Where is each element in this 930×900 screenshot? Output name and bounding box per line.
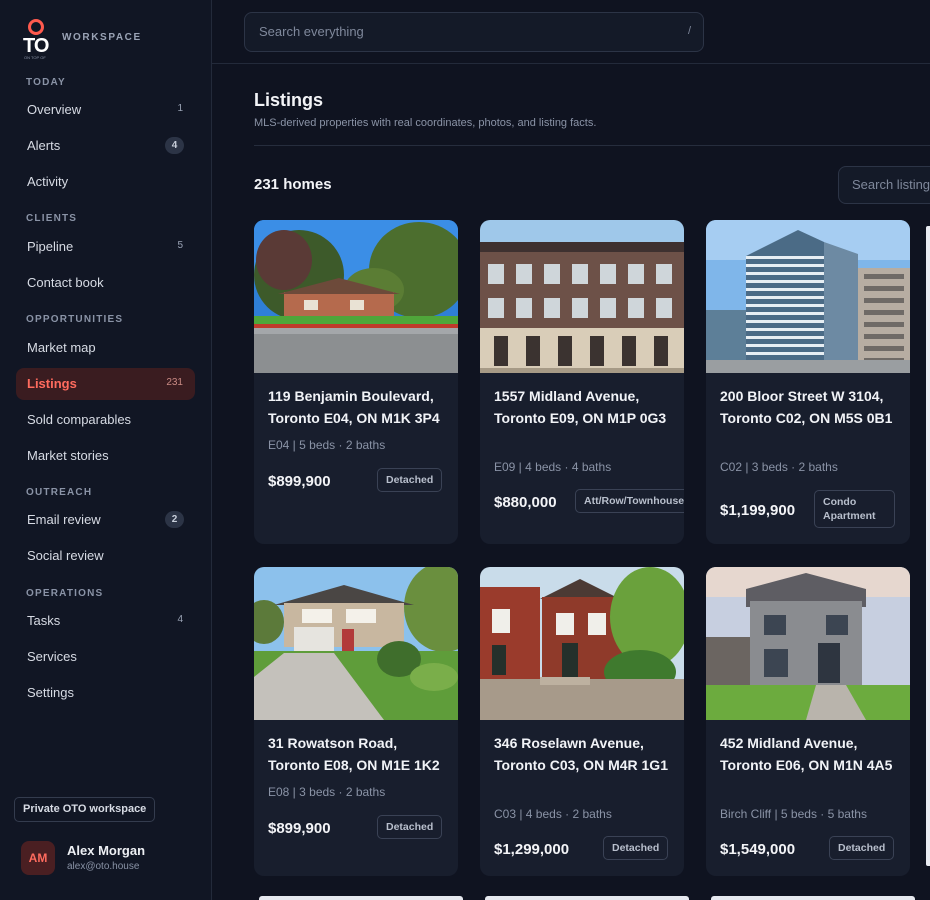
listing-price: $1,199,900 <box>720 502 796 519</box>
sidebar-item-label: Social review <box>27 548 104 563</box>
sidebar-item-services[interactable]: Services <box>16 641 195 673</box>
property-type-badge: Condo Apartment <box>814 490 895 528</box>
listing-card[interactable]: 119 Benjamin Boulevard, Toronto E04, ON … <box>254 220 458 544</box>
section-label: OUTREACH <box>26 487 93 498</box>
svg-text:TO: TO <box>23 35 49 57</box>
listing-card[interactable]: 452 Midland Avenue, Toronto E06, ON M1N … <box>706 567 910 876</box>
listing-price: $899,900 <box>268 473 331 490</box>
search-shortcut-hint: / <box>687 25 691 37</box>
listing-meta: E09 | 4 beds · 4 baths <box>494 460 612 474</box>
listing-address[interactable]: 119 Benjamin Boulevard, Toronto E04, ON … <box>268 386 450 429</box>
listing-photo[interactable] <box>480 567 684 720</box>
listing-photo[interactable] <box>254 220 458 373</box>
sidebar-item-label: Pipeline <box>27 239 74 254</box>
sidebar-item-label: Activity <box>27 174 69 189</box>
brand-tag: WORKSPACE <box>62 32 142 43</box>
property-type-badge: Detached <box>829 836 895 860</box>
sidebar-item-label: Settings <box>27 685 74 700</box>
next-row-card-edge <box>259 896 463 900</box>
sidebar-item-activity[interactable]: Activity <box>16 166 195 198</box>
listing-card[interactable]: 200 Bloor Street W 3104, Toronto C02, ON… <box>706 220 910 544</box>
sidebar-item-count: 231 <box>166 377 183 388</box>
listing-photo[interactable] <box>706 567 910 720</box>
listing-meta: E04 | 5 beds · 2 baths <box>268 438 386 452</box>
listing-address[interactable]: 31 Rowatson Road, Toronto E08, ON M1E 1K… <box>268 733 450 776</box>
sidebar-item-label: Services <box>27 649 77 664</box>
property-type-badge: Detached <box>377 468 443 492</box>
sidebar: TO ON TOP OF WORKSPACE TODAY Overview 1 Ale… <box>0 0 212 900</box>
listing-card[interactable]: 31 Rowatson Road, Toronto E08, ON M1E 1K… <box>254 567 458 876</box>
sidebar-item-label: Email review <box>27 512 101 527</box>
listing-meta: C02 | 3 beds · 2 baths <box>720 460 838 474</box>
sidebar-item-tasks[interactable]: Tasks 4 <box>16 605 195 637</box>
listing-meta: C03 | 4 beds · 2 baths <box>494 807 612 821</box>
page-subtitle: MLS-derived properties with real coordin… <box>254 117 597 129</box>
property-type-badge: Att/Row/Townhouse <box>575 489 684 513</box>
user-email: alex@oto.house <box>67 861 140 872</box>
section-label: TODAY <box>26 77 66 88</box>
section-label: OPERATIONS <box>26 588 104 599</box>
sidebar-item-contact-book[interactable]: Contact book <box>16 267 195 299</box>
avatar[interactable]: AM <box>21 841 55 875</box>
sidebar-item-market-stories[interactable]: Market stories <box>16 440 195 472</box>
sidebar-item-label: Market map <box>27 340 96 355</box>
oto-logo-icon: TO ON TOP OF <box>23 19 50 60</box>
page-title: Listings <box>254 90 324 110</box>
global-search-placeholder: Search everything <box>259 24 364 39</box>
svg-text:ON TOP OF: ON TOP OF <box>24 55 46 60</box>
sidebar-item-label: Tasks <box>27 613 61 628</box>
sidebar-item-count: 2 <box>165 511 184 528</box>
sidebar-item-settings[interactable]: Settings <box>16 677 195 709</box>
sidebar-item-label: Overview <box>27 102 82 117</box>
sidebar-item-label: Sold comparables <box>27 412 132 427</box>
sidebar-item-label: Market stories <box>27 448 109 463</box>
sidebar-item-market-map[interactable]: Market map <box>16 332 195 364</box>
workspace-badge[interactable]: Private OTO workspace <box>14 797 156 822</box>
listing-photo[interactable] <box>706 220 910 373</box>
sidebar-item-listings[interactable]: Listings 231 <box>16 368 195 400</box>
scrollbar[interactable] <box>926 226 930 866</box>
listing-photo[interactable] <box>254 567 458 720</box>
sidebar-item-label: Alerts <box>27 138 61 153</box>
global-search-input[interactable]: Search everything / <box>244 12 704 52</box>
listing-price: $1,299,000 <box>494 841 570 858</box>
sidebar-item-email-review[interactable]: Email review 2 <box>16 504 195 536</box>
next-row-card-edge <box>485 896 689 900</box>
sidebar-item-count: 4 <box>165 137 184 154</box>
sidebar-item-overview[interactable]: Overview 1 <box>16 94 195 126</box>
sidebar-item-count: 4 <box>177 614 183 625</box>
sidebar-item-alerts[interactable]: Alerts 4 <box>16 130 195 162</box>
listing-card[interactable]: 1557 Midland Avenue, Toronto E09, ON M1P… <box>480 220 684 544</box>
divider <box>254 145 930 146</box>
listing-photo[interactable] <box>480 220 684 373</box>
listing-address[interactable]: 452 Midland Avenue, Toronto E06, ON M1N … <box>720 733 902 776</box>
listing-address[interactable]: 200 Bloor Street W 3104, Toronto C02, ON… <box>720 386 902 429</box>
listing-price: $899,900 <box>268 820 331 837</box>
sidebar-item-count: 1 <box>177 103 183 114</box>
sidebar-item-label: Listings <box>27 376 77 391</box>
listing-search-input[interactable]: Search listings <box>838 166 930 204</box>
sidebar-item-social-review[interactable]: Social review <box>16 540 195 572</box>
sidebar-item-sold-comparables[interactable]: Sold comparables <box>16 404 195 436</box>
listing-search-placeholder: Search listings <box>852 177 930 192</box>
property-type-badge: Detached <box>603 836 669 860</box>
listing-address[interactable]: 346 Roselawn Avenue, Toronto C03, ON M4R… <box>494 733 676 776</box>
brand[interactable]: TO ON TOP OF WORKSPACE <box>22 18 192 60</box>
sidebar-item-pipeline[interactable]: Pipeline 5 <box>16 231 195 263</box>
listing-address[interactable]: 1557 Midland Avenue, Toronto E09, ON M1P… <box>494 386 676 429</box>
sidebar-item-count: 5 <box>177 240 183 251</box>
section-label: OPPORTUNITIES <box>26 314 124 325</box>
listing-meta: E08 | 3 beds · 2 baths <box>268 785 386 799</box>
top-bar: Search everything / <box>212 0 930 64</box>
listing-price: $1,549,000 <box>720 841 796 858</box>
sidebar-item-label: Contact book <box>27 275 104 290</box>
next-row-card-edge <box>711 896 915 900</box>
property-type-badge: Detached <box>377 815 443 839</box>
user-name: Alex Morgan <box>67 843 146 858</box>
results-count: 231 homes <box>254 176 332 193</box>
section-label: CLIENTS <box>26 213 78 224</box>
listing-price: $880,000 <box>494 494 557 511</box>
listing-meta: Birch Cliff | 5 beds · 5 baths <box>720 807 867 821</box>
listing-card[interactable]: 346 Roselawn Avenue, Toronto C03, ON M4R… <box>480 567 684 876</box>
